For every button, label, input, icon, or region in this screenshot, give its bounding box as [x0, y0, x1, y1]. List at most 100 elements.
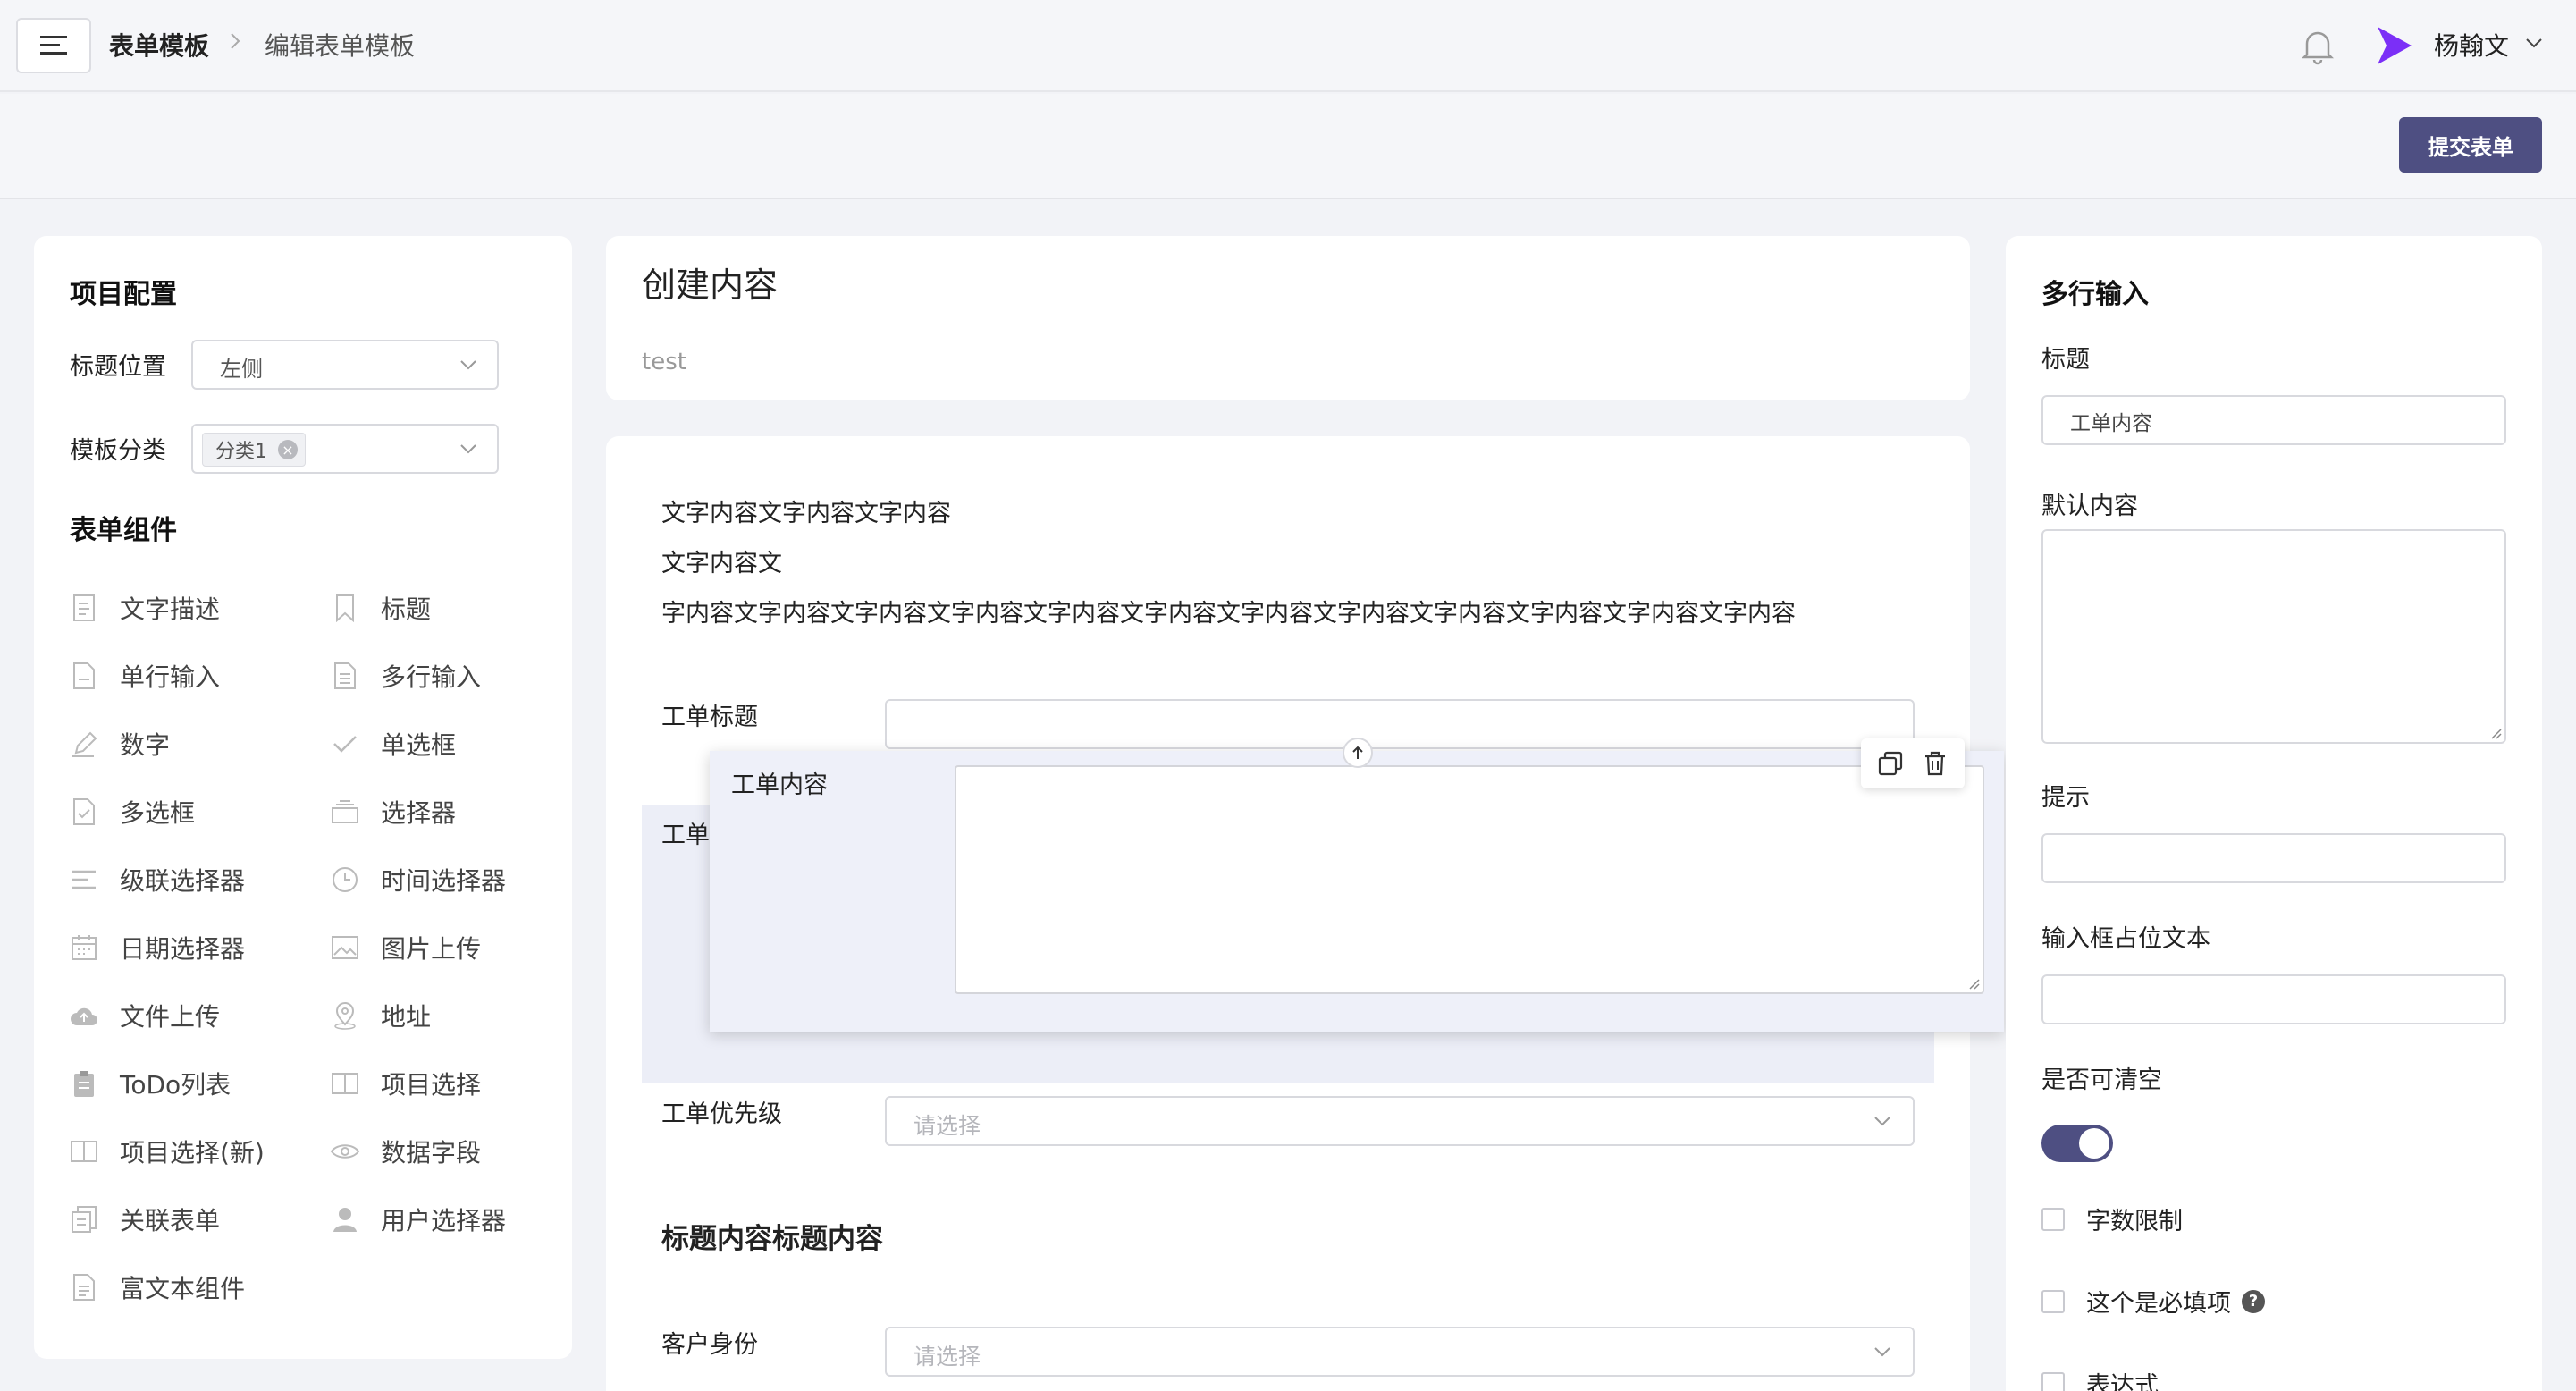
chevron-down-icon [459, 443, 477, 454]
default-content-label: 默认内容 [2041, 493, 2138, 520]
title-position-value: 左侧 [220, 357, 263, 382]
bell-icon[interactable] [2297, 25, 2338, 66]
chevron-down-icon [1873, 1116, 1891, 1126]
top-bar: 表单模板 编辑表单模板 杨翰文 [0, 0, 2576, 92]
title-prop-label: 标题 [2041, 346, 2090, 374]
component-todo-list[interactable]: ToDo列表 [68, 1064, 231, 1103]
component-user-select[interactable]: 用户选择器 [329, 1200, 506, 1239]
image-icon [329, 932, 361, 964]
component-panel: 项目配置 标题位置 左侧 模板分类 分类1 × 表单组件 文字描述 标题 单行输… [34, 236, 572, 1359]
template-category-select[interactable]: 分类1 × [191, 424, 499, 474]
clock-icon [329, 864, 361, 896]
component-radio[interactable]: 单选框 [329, 724, 456, 763]
priority-placeholder: 请选择 [913, 1113, 981, 1139]
title-position-label: 标题位置 [70, 353, 166, 381]
customer-placeholder: 请选择 [913, 1344, 981, 1370]
ticket-title-label: 工单标题 [661, 704, 758, 731]
user-name[interactable]: 杨翰文 [2434, 27, 2509, 63]
trash-icon[interactable] [1922, 750, 1949, 777]
title-position-select[interactable]: 左侧 [191, 340, 499, 390]
expression-checkbox[interactable] [2041, 1371, 2065, 1391]
eye-icon [329, 1135, 361, 1168]
template-category-label: 模板分类 [70, 437, 166, 465]
component-single-line-input[interactable]: 单行输入 [68, 656, 220, 696]
expression-label: 表达式 [2086, 1372, 2159, 1391]
component-rich-text[interactable]: 富文本组件 [68, 1268, 245, 1307]
help-icon[interactable]: ? [2242, 1289, 2265, 1313]
component-project-select[interactable]: 项目选择 [329, 1064, 481, 1103]
hint-label: 提示 [2041, 784, 2090, 812]
ticket-content-textarea[interactable] [955, 765, 1984, 994]
resize-handle-icon[interactable] [2488, 726, 2503, 740]
properties-title: 多行输入 [2041, 279, 2149, 310]
component-date-picker[interactable]: 日期选择器 [68, 928, 245, 967]
form-title[interactable]: 创建内容 [642, 257, 778, 307]
char-limit-label: 字数限制 [2086, 1208, 2183, 1235]
component-time-picker[interactable]: 时间选择器 [329, 860, 506, 899]
category-tag: 分类1 × [202, 433, 306, 467]
required-option[interactable]: 这个是必填项 ? [2041, 1284, 2265, 1319]
menu-toggle-button[interactable] [16, 18, 91, 73]
section-heading: 标题内容标题内容 [661, 1223, 883, 1255]
placeholder-text-input[interactable] [2041, 974, 2506, 1024]
project-config-title: 项目配置 [70, 279, 177, 310]
book-icon [68, 1135, 100, 1168]
component-image-upload[interactable]: 图片上传 [329, 928, 481, 967]
components-title: 表单组件 [70, 515, 177, 546]
ghost-field-label: 工单 [661, 822, 710, 849]
expression-option[interactable]: 表达式 [2041, 1366, 2159, 1391]
default-content-textarea[interactable] [2041, 529, 2506, 744]
ticket-title-input[interactable] [885, 699, 1915, 749]
document-icon [68, 660, 100, 692]
char-limit-checkbox[interactable] [2041, 1207, 2065, 1231]
form-header-card: 创建内容 test [606, 236, 1970, 400]
component-file-upload[interactable]: 文件上传 [68, 996, 220, 1035]
priority-select[interactable]: 请选择 [885, 1096, 1915, 1146]
component-number[interactable]: 数字 [68, 724, 170, 763]
component-multi-line-input[interactable]: 多行输入 [329, 656, 481, 696]
field-toolbox [1861, 738, 1965, 788]
bookmark-icon [329, 592, 361, 624]
component-project-select-new[interactable]: 项目选择(新) [68, 1132, 265, 1171]
dragging-field-ticket-content[interactable]: 工单内容 [710, 751, 2004, 1032]
title-prop-input[interactable]: 工单内容 [2041, 395, 2506, 445]
component-data-field[interactable]: 数据字段 [329, 1132, 481, 1171]
action-bar: 提交表单 [0, 94, 2576, 199]
list-icon [68, 864, 100, 896]
title-prop-value: 工单内容 [2070, 412, 2152, 435]
chevron-down-icon[interactable] [2525, 38, 2543, 48]
component-text-description[interactable]: 文字描述 [68, 588, 220, 628]
text-description-icon [68, 592, 100, 624]
placeholder-text-label: 输入框占位文本 [2041, 925, 2210, 953]
submit-form-button[interactable]: 提交表单 [2399, 117, 2542, 173]
cloud-upload-icon [68, 999, 100, 1032]
toggle-knob [2079, 1128, 2109, 1159]
properties-panel: 多行输入 标题 工单内容 默认内容 提示 输入框占位文本 是否可清空 字数限制 … [2006, 236, 2542, 1391]
component-heading[interactable]: 标题 [329, 588, 431, 628]
calendar-icon [68, 932, 100, 964]
breadcrumb-current: 编辑表单模板 [265, 31, 416, 61]
component-linked-form[interactable]: 关联表单 [68, 1200, 220, 1239]
component-checkbox[interactable]: 多选框 [68, 792, 195, 831]
text-description-line: 文字内容文 [661, 550, 782, 577]
customer-select[interactable]: 请选择 [885, 1327, 1915, 1377]
resize-handle-icon[interactable] [1966, 976, 1981, 991]
move-up-button[interactable] [1343, 738, 1373, 768]
close-icon[interactable]: × [278, 440, 298, 459]
checkbox-document-icon [68, 796, 100, 828]
char-limit-option[interactable]: 字数限制 [2041, 1201, 2183, 1236]
clearable-label: 是否可清空 [2041, 1066, 2162, 1094]
required-checkbox[interactable] [2041, 1289, 2065, 1313]
component-address[interactable]: 地址 [329, 996, 431, 1035]
breadcrumb-root[interactable]: 表单模板 [109, 27, 209, 63]
text-description-line: 字内容文字内容文字内容文字内容文字内容文字内容文字内容文字内容文字内容文字内容文… [661, 600, 1796, 628]
copy-icon[interactable] [1877, 750, 1904, 777]
arrow-up-icon [1351, 745, 1365, 761]
hint-input[interactable] [2041, 833, 2506, 883]
form-subtitle[interactable]: test [642, 349, 686, 375]
component-selector[interactable]: 选择器 [329, 792, 456, 831]
check-icon [329, 728, 361, 760]
clearable-toggle[interactable] [2041, 1125, 2113, 1162]
component-cascader[interactable]: 级联选择器 [68, 860, 245, 899]
required-label: 这个是必填项 [2086, 1290, 2231, 1318]
